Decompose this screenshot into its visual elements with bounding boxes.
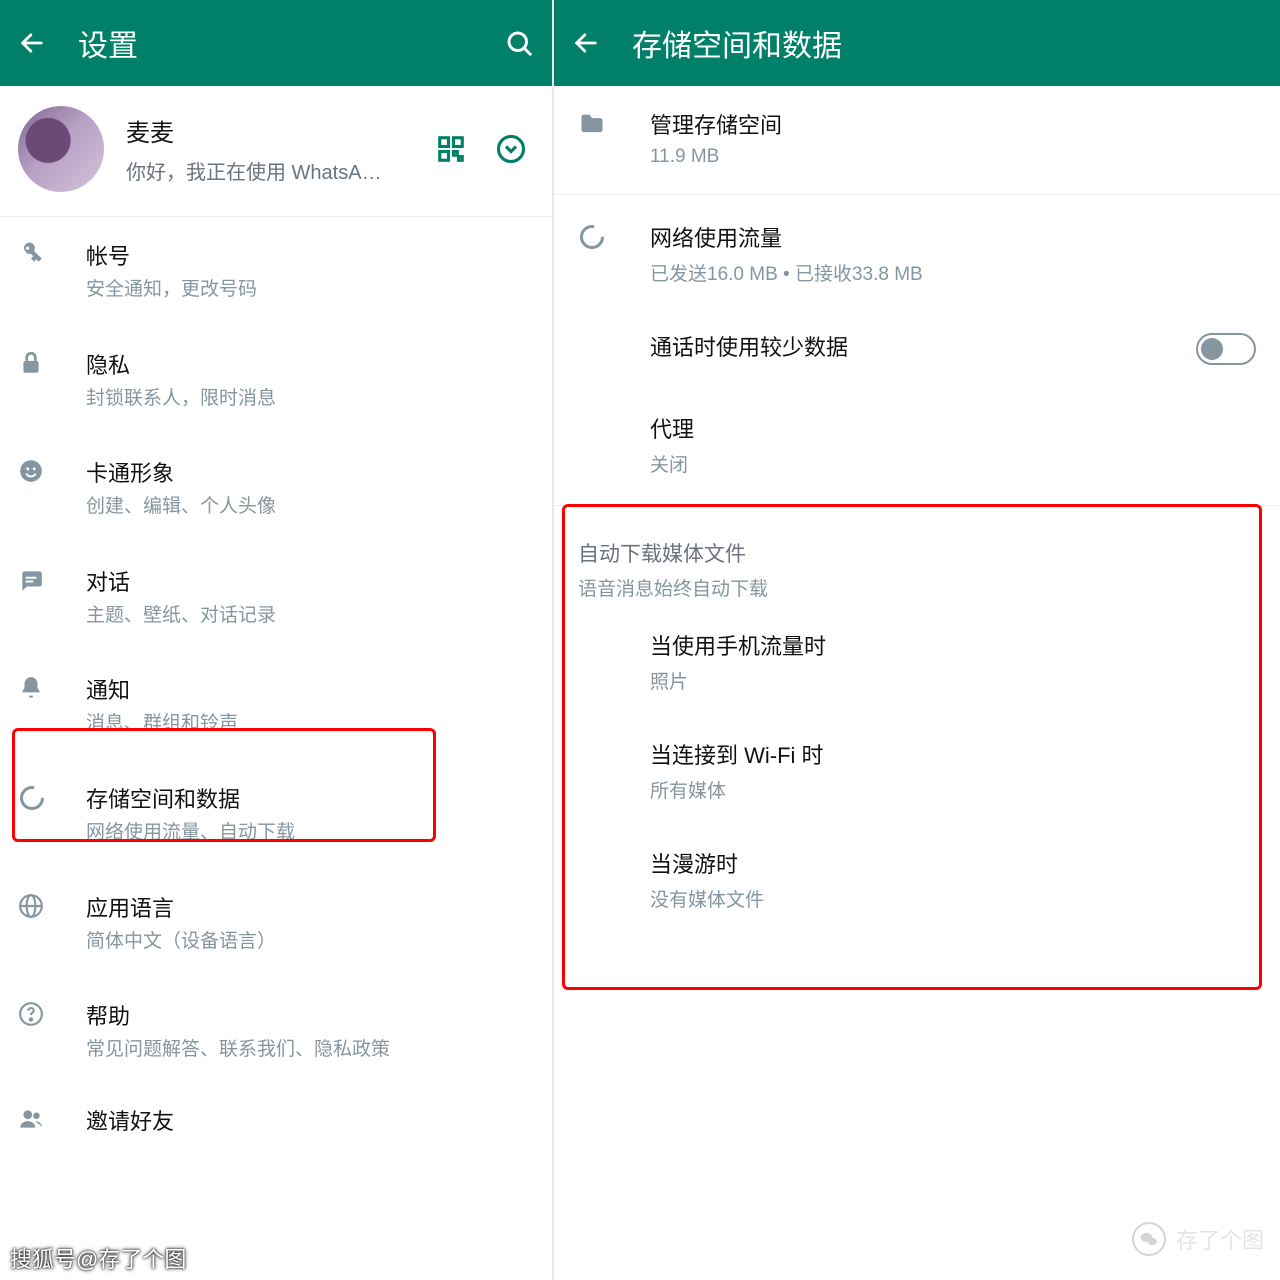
profile-status: 你好，我正在使用 WhatsA… [126, 156, 386, 185]
section-title: 自动下载媒体文件 [578, 538, 1256, 568]
profile-text: 麦麦 你好，我正在使用 WhatsA… [126, 113, 436, 185]
watermark-right-text: 存了个图 [1176, 1223, 1264, 1255]
chevron-down-circle-icon[interactable] [496, 134, 526, 164]
data-usage-icon [578, 221, 650, 251]
folder-icon [578, 108, 650, 138]
divider [554, 194, 1280, 195]
qr-icon[interactable] [436, 134, 466, 164]
bell-icon [18, 673, 86, 701]
row-less-data[interactable]: 通话时使用较少数据 [554, 308, 1280, 390]
row-roaming[interactable]: 当漫游时没有媒体文件 [554, 825, 1280, 934]
row-privacy[interactable]: 隐私封锁联系人，限时消息 [0, 326, 552, 435]
row-wifi[interactable]: 当连接到 Wi-Fi 时所有媒体 [554, 716, 1280, 825]
profile-name: 麦麦 [126, 113, 436, 148]
watermark-right: 存了个图 [1132, 1222, 1264, 1256]
profile-actions [436, 134, 526, 164]
row-network-usage[interactable]: 网络使用流量已发送16.0 MB • 已接收33.8 MB [554, 199, 1280, 308]
watermark-left: 搜狐号@存了个图 [10, 1242, 186, 1274]
toggle-less-data[interactable] [1196, 333, 1256, 365]
row-help[interactable]: 帮助常见问题解答、联系我们、隐私政策 [0, 977, 552, 1086]
wechat-icon [1132, 1222, 1166, 1256]
row-storage[interactable]: 存储空间和数据网络使用流量、自动下载 [0, 760, 552, 869]
chat-icon [18, 565, 86, 593]
face-icon [18, 456, 86, 484]
data-usage-icon [18, 782, 86, 812]
key-icon [18, 239, 86, 267]
left-phone: 设置 麦麦 你好，我正在使用 WhatsA… 帐号安全通知，更改号码 [0, 0, 552, 1280]
auto-download-section: 自动下载媒体文件 语音消息始终自动下载 [554, 512, 1280, 607]
appbar-left: 设置 [0, 0, 552, 86]
globe-icon [18, 891, 86, 919]
row-proxy[interactable]: 代理关闭 [554, 390, 1280, 499]
page-title-left: 设置 [78, 21, 504, 65]
people-icon [18, 1104, 86, 1132]
row-chats[interactable]: 对话主题、壁纸、对话记录 [0, 543, 552, 652]
appbar-right: 存储空间和数据 [554, 0, 1280, 86]
lock-icon [18, 348, 86, 376]
row-avatar[interactable]: 卡通形象创建、编辑、个人头像 [0, 434, 552, 543]
back-icon[interactable] [572, 29, 600, 57]
row-notifications[interactable]: 通知消息、群组和铃声 [0, 651, 552, 760]
row-account[interactable]: 帐号安全通知，更改号码 [0, 217, 552, 326]
profile-row[interactable]: 麦麦 你好，我正在使用 WhatsA… [0, 86, 552, 217]
divider [554, 505, 1280, 506]
help-icon [18, 999, 86, 1027]
row-mobile-data[interactable]: 当使用手机流量时照片 [554, 607, 1280, 716]
section-sub: 语音消息始终自动下载 [578, 574, 1256, 601]
search-icon[interactable] [504, 28, 534, 58]
row-manage-storage[interactable]: 管理存储空间11.9 MB [554, 86, 1280, 190]
back-icon[interactable] [18, 29, 46, 57]
avatar [18, 106, 104, 192]
page-title-right: 存储空间和数据 [632, 21, 1262, 65]
row-language[interactable]: 应用语言简体中文（设备语言） [0, 869, 552, 978]
row-invite[interactable]: 邀请好友 [0, 1086, 552, 1160]
right-phone: 存储空间和数据 管理存储空间11.9 MB 网络使用流量已发送16.0 MB •… [552, 0, 1280, 1280]
